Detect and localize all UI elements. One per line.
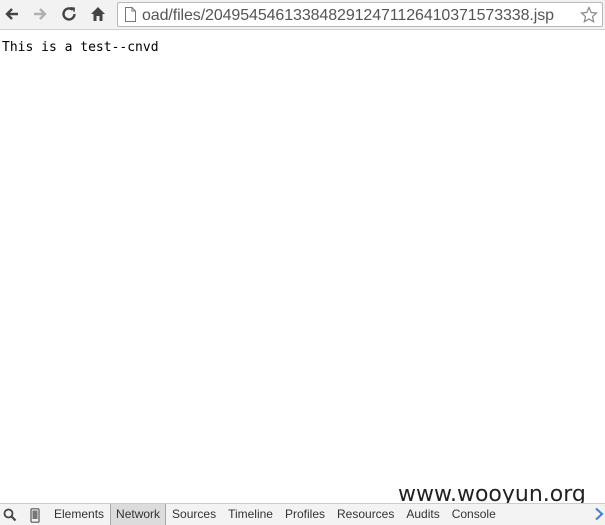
reload-button[interactable] (58, 3, 80, 25)
home-icon (91, 7, 105, 21)
url-text[interactable]: oad/files/204954546133848291247112641037… (142, 6, 582, 25)
devtools-tabbar: Elements Network Sources Timeline Profil… (0, 503, 605, 525)
tab-console[interactable]: Console (446, 504, 502, 525)
chevron-right-icon[interactable] (594, 507, 604, 521)
page-content-text: This is a test--cnvd (2, 40, 159, 55)
back-button[interactable] (1, 3, 23, 25)
home-button[interactable] (87, 3, 109, 25)
tab-audits[interactable]: Audits (400, 504, 445, 525)
page-icon (125, 7, 136, 22)
tab-profiles[interactable]: Profiles (279, 504, 331, 525)
forward-button[interactable] (29, 3, 51, 25)
search-icon (3, 508, 17, 522)
browser-toolbar: oad/files/204954546133848291247112641037… (0, 0, 605, 30)
back-arrow-icon (5, 8, 18, 20)
devtools-tabs: Elements Network Sources Timeline Profil… (48, 504, 502, 525)
forward-arrow-icon (34, 8, 47, 20)
reload-icon (62, 7, 76, 21)
tab-timeline[interactable]: Timeline (222, 504, 279, 525)
address-bar[interactable]: oad/files/204954546133848291247112641037… (117, 2, 603, 27)
tab-resources[interactable]: Resources (331, 504, 400, 525)
tab-elements[interactable]: Elements (48, 504, 110, 525)
star-icon[interactable] (580, 6, 598, 24)
device-mode-button[interactable] (27, 507, 43, 523)
mobile-device-icon (30, 507, 40, 523)
tab-sources[interactable]: Sources (166, 504, 222, 525)
search-button[interactable] (2, 507, 18, 523)
tab-network[interactable]: Network (110, 504, 167, 525)
